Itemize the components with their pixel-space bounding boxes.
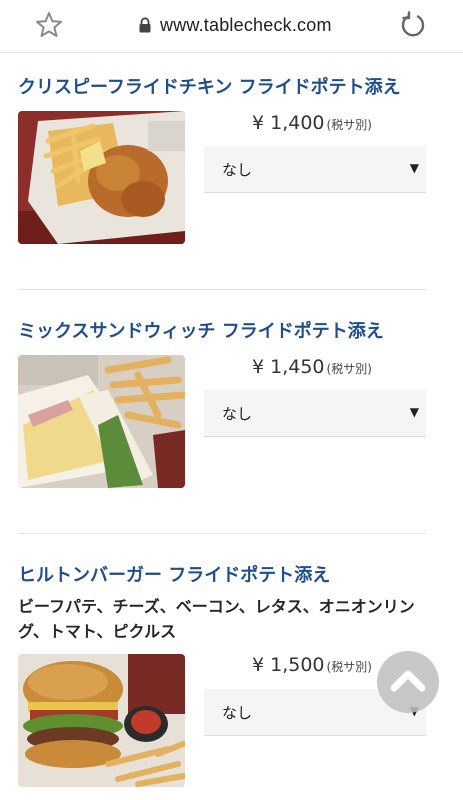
option-select[interactable]: なし ▼: [204, 146, 426, 193]
option-value: なし: [222, 704, 253, 722]
item-price: ¥ 1,400 (税サ別): [252, 112, 372, 134]
url-text: www.tablecheck.com: [160, 14, 332, 35]
address-bar[interactable]: www.tablecheck.com: [138, 12, 332, 38]
burger-photo: [18, 654, 185, 787]
sandwich-photo: [18, 355, 185, 488]
reload-icon[interactable]: [398, 10, 428, 40]
option-select[interactable]: なし ▼: [204, 390, 426, 437]
option-value: なし: [222, 405, 253, 423]
fried-chicken-photo: [18, 111, 185, 244]
dropdown-arrow-icon: ▼: [409, 405, 419, 419]
bookmark-star-icon[interactable]: [35, 11, 63, 39]
dropdown-arrow-icon: ▼: [409, 161, 419, 175]
item-price: ¥ 1,450 (税サ別): [252, 356, 372, 378]
price-value: ¥ 1,500: [252, 654, 325, 676]
tax-note: (税サ別): [326, 362, 372, 376]
item-title: ヒルトンバーガー フライドポテト添え: [18, 565, 331, 586]
price-value: ¥ 1,400: [252, 112, 325, 134]
browser-toolbar: www.tablecheck.com: [0, 0, 463, 53]
item-price: ¥ 1,500 (税サ別): [252, 654, 372, 676]
divider: [18, 533, 426, 534]
item-title: ミックスサンドウィッチ フライドポテト添え: [18, 321, 384, 342]
option-value: なし: [222, 161, 253, 179]
tax-note: (税サ別): [326, 118, 372, 132]
item-title: クリスピーフライドチキン フライドポテト添え: [18, 77, 401, 98]
price-value: ¥ 1,450: [252, 356, 325, 378]
lock-icon: [138, 17, 152, 33]
scroll-to-top-button[interactable]: [377, 651, 439, 713]
divider: [18, 289, 426, 290]
chevron-up-icon: [390, 670, 426, 692]
tax-note: (税サ別): [326, 660, 372, 674]
item-description: ビーフパテ、チーズ、ベーコン、レタス、オニオンリング、トマト、ピクルス: [18, 597, 415, 641]
